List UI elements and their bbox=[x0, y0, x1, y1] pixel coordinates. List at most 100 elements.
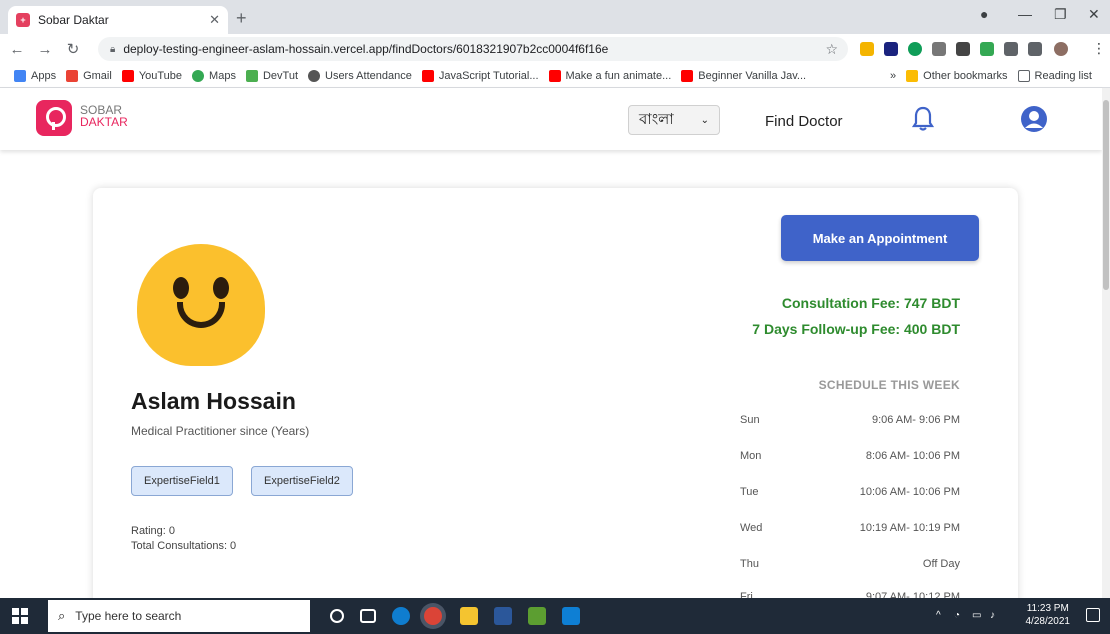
back-icon[interactable]: ← bbox=[6, 41, 28, 58]
schedule-time: Off Day bbox=[922, 558, 960, 570]
reading-list-icon bbox=[1017, 70, 1030, 82]
camera-icon[interactable] bbox=[932, 42, 946, 56]
texstudio-icon[interactable] bbox=[528, 607, 546, 625]
youtube-icon bbox=[421, 69, 434, 82]
browser-tab[interactable]: + Sobar Daktar ✕ bbox=[8, 6, 228, 34]
find-doctor-link[interactable]: Find Doctor bbox=[765, 113, 843, 130]
maps-pin-icon bbox=[192, 69, 205, 82]
doctor-profile-card: Aslam Hossain Medical Practitioner since… bbox=[93, 188, 1018, 608]
consultations-text: Total Consultations: 0 bbox=[131, 540, 237, 552]
word-icon[interactable] bbox=[494, 607, 512, 625]
tab-title: Sobar Daktar bbox=[38, 13, 109, 27]
schedule-day: Wed bbox=[740, 522, 763, 534]
browser-tab-bar: + Sobar Daktar ✕ + ● — ❐ ✕ bbox=[0, 0, 1110, 34]
page-scrollbar[interactable] bbox=[1102, 88, 1110, 598]
gmail-icon bbox=[66, 69, 79, 82]
profile-dot-icon[interactable]: ● bbox=[980, 6, 988, 22]
extension-icon[interactable] bbox=[908, 42, 922, 56]
taskbar-search-box[interactable]: ⌕ Type here to search bbox=[48, 600, 310, 632]
schedule-day: Mon bbox=[740, 450, 762, 462]
bookmark-maps[interactable]: Maps bbox=[192, 69, 236, 82]
doctor-name: Aslam Hossain bbox=[131, 388, 296, 414]
schedule-time: 10:19 AM- 10:19 PM bbox=[859, 522, 960, 534]
bookmark-users-attendance[interactable]: Users Attendance bbox=[308, 69, 412, 82]
bookmarks-overflow[interactable]: » bbox=[890, 70, 896, 82]
volume-icon[interactable]: ♪ bbox=[990, 610, 995, 621]
bookmark-youtube[interactable]: YouTube bbox=[121, 69, 182, 82]
bell-icon[interactable] bbox=[912, 106, 934, 132]
bookmark-gmail[interactable]: Gmail bbox=[66, 69, 112, 82]
bookmark-vanilla-js[interactable]: Beginner Vanilla Jav... bbox=[681, 69, 806, 82]
restore-icon[interactable]: ❐ bbox=[1054, 6, 1067, 23]
search-placeholder: Type here to search bbox=[75, 609, 182, 623]
globe-icon bbox=[308, 69, 320, 82]
edge-icon[interactable] bbox=[392, 607, 410, 625]
notification-icon[interactable] bbox=[1086, 608, 1100, 622]
expertise-chip[interactable]: ExpertiseField2 bbox=[251, 466, 353, 496]
bookmarks-bar: Apps Gmail YouTube Maps DevTut Users Att… bbox=[0, 64, 1110, 88]
schedule-title: SCHEDULE THIS WEEK bbox=[818, 378, 960, 392]
clock-date: 4/28/2021 bbox=[1025, 616, 1071, 627]
schedule-day: Thu bbox=[740, 558, 759, 570]
schedule-day: Sun bbox=[740, 414, 760, 426]
user-profile-icon[interactable] bbox=[1020, 105, 1048, 133]
windows-start-icon[interactable] bbox=[12, 608, 28, 624]
bookmark-apps[interactable]: Apps bbox=[14, 69, 56, 82]
schedule-time: 10:06 AM- 10:06 PM bbox=[859, 486, 960, 498]
new-tab-icon[interactable]: + bbox=[236, 8, 247, 29]
forward-icon[interactable]: → bbox=[34, 41, 56, 58]
followup-fee: 7 Days Follow-up Fee: 400 BDT bbox=[752, 321, 960, 337]
language-select[interactable]: বাংলা ⌄ bbox=[628, 105, 720, 135]
bookmark-star-icon[interactable]: ☆ bbox=[825, 41, 838, 58]
devtut-icon bbox=[245, 69, 258, 82]
url-text: deploy-testing-engineer-aslam-hossain.ve… bbox=[123, 42, 609, 56]
stethoscope-logo-icon[interactable] bbox=[36, 100, 72, 136]
brand-name[interactable]: SOBAR DAKTAR bbox=[80, 104, 128, 128]
youtube-icon bbox=[548, 69, 561, 82]
task-view-icon[interactable] bbox=[360, 609, 376, 623]
shield-icon[interactable] bbox=[980, 42, 994, 56]
chevron-up-icon[interactable]: ^ bbox=[936, 610, 941, 621]
reload-icon[interactable]: ↻ bbox=[62, 40, 84, 58]
address-bar[interactable]: 🔒︎ deploy-testing-engineer-aslam-hossain… bbox=[98, 37, 848, 61]
expertise-chip[interactable]: ExpertiseField1 bbox=[131, 466, 233, 496]
reading-list[interactable]: Reading list bbox=[1017, 70, 1092, 82]
search-icon: ⌕ bbox=[58, 608, 66, 623]
puzzle-icon[interactable] bbox=[1004, 42, 1018, 56]
extension-icon[interactable] bbox=[956, 42, 970, 56]
bookmark-js-tutorial[interactable]: JavaScript Tutorial... bbox=[421, 69, 539, 82]
minimize-icon[interactable]: — bbox=[1018, 6, 1032, 22]
bookmark-devtut[interactable]: DevTut bbox=[245, 69, 298, 82]
rating-summary: Rating: 0 Total Consultations: 0 bbox=[131, 524, 236, 554]
practice-years: Medical Practitioner since (Years) bbox=[131, 424, 310, 438]
folder-icon bbox=[906, 70, 919, 82]
youtube-icon bbox=[681, 69, 694, 82]
consultation-fee: Consultation Fee: 747 BDT bbox=[781, 295, 960, 311]
clock-time: 11:23 PM bbox=[1026, 603, 1069, 614]
avatar[interactable] bbox=[1054, 42, 1068, 56]
cortana-icon[interactable] bbox=[330, 609, 344, 623]
schedule-time: 8:06 AM- 10:06 PM bbox=[865, 450, 960, 462]
extension-icon[interactable] bbox=[884, 42, 898, 56]
site-favicon-icon: + bbox=[16, 13, 30, 27]
file-explorer-icon[interactable] bbox=[460, 607, 478, 625]
app-header: SOBAR DAKTAR বাংলা ⌄ Find Doctor bbox=[0, 88, 1102, 150]
extension-icon[interactable] bbox=[860, 42, 874, 56]
vscode-icon[interactable] bbox=[562, 607, 580, 625]
apps-grid-icon bbox=[14, 69, 26, 82]
close-window-icon[interactable]: ✕ bbox=[1088, 6, 1100, 23]
media-icon[interactable] bbox=[1028, 42, 1042, 56]
close-tab-icon[interactable]: ✕ bbox=[209, 12, 220, 28]
network-icon[interactable]: ◔ bbox=[954, 610, 960, 621]
bookmark-fun-animate[interactable]: Make a fun animate... bbox=[548, 69, 671, 82]
menu-icon[interactable]: ⋮ bbox=[1092, 40, 1106, 57]
windows-taskbar: ⌕ Type here to search ^ ◔ ▭ ♪ 11:23 PM 4… bbox=[0, 598, 1110, 634]
clock[interactable]: 11:23 PM 4/28/2021 bbox=[1026, 602, 1071, 628]
other-bookmarks[interactable]: Other bookmarks bbox=[906, 70, 1008, 82]
youtube-icon bbox=[121, 69, 134, 82]
rating-text: Rating: 0 bbox=[131, 525, 176, 537]
chrome-icon[interactable] bbox=[424, 607, 442, 625]
battery-icon[interactable]: ▭ bbox=[972, 610, 981, 621]
make-appointment-button[interactable]: Make an Appointment bbox=[781, 215, 979, 261]
schedule-time: 9:06 AM- 9:06 PM bbox=[871, 414, 960, 426]
